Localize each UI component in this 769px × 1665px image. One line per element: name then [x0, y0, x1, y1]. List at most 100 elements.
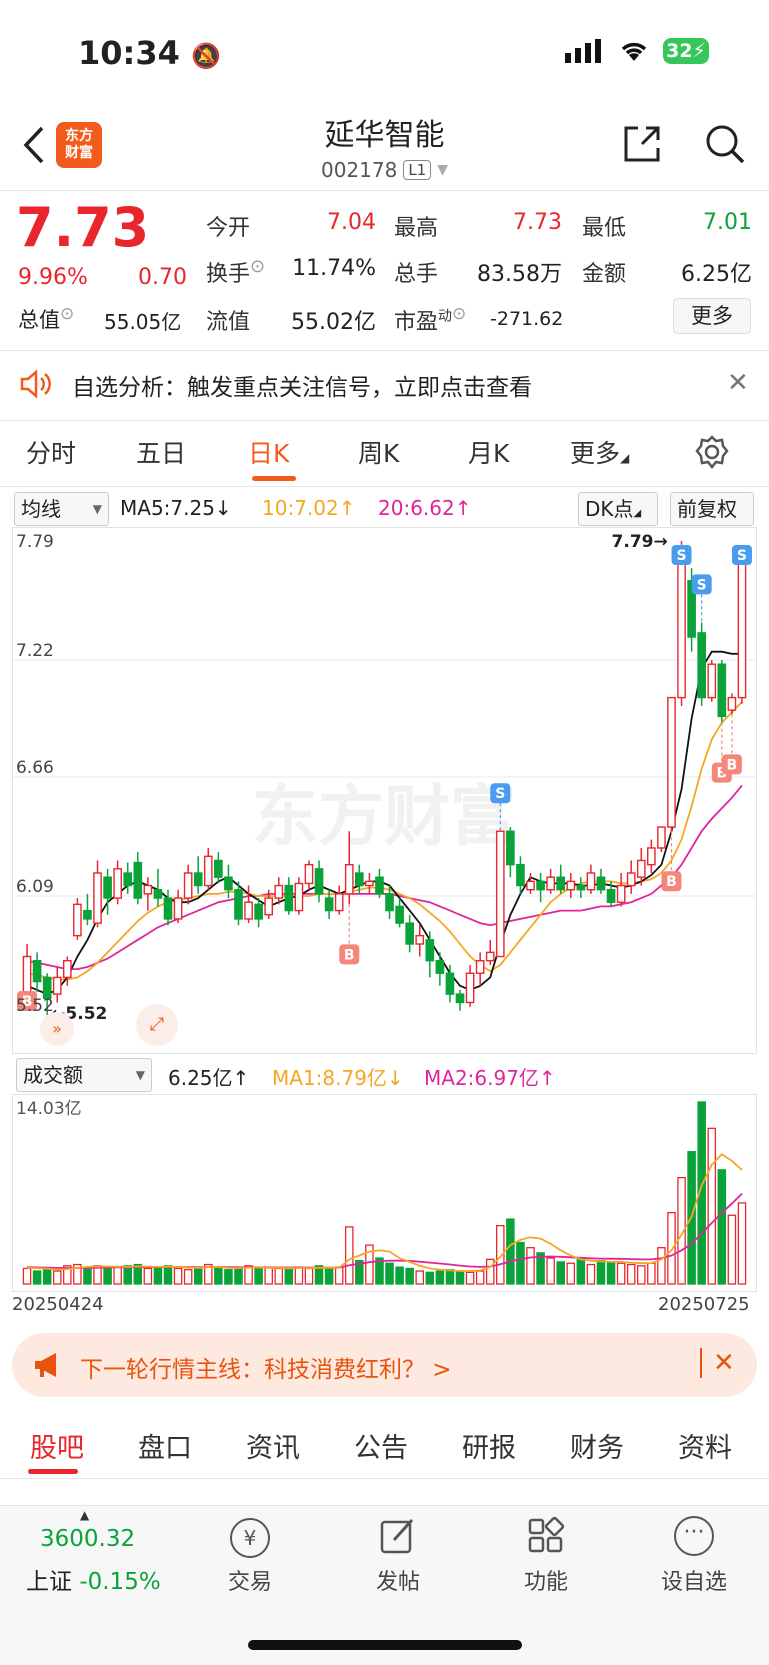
- tab-research[interactable]: 研报: [462, 1426, 516, 1465]
- candle: [93, 872, 102, 924]
- volume-bar: [616, 1262, 626, 1285]
- candle: [294, 882, 304, 912]
- close-icon[interactable]: ✕: [713, 1348, 735, 1378]
- volume-bar: [153, 1266, 163, 1285]
- search-icon[interactable]: [703, 122, 747, 166]
- kline-chart[interactable]: 东方财富 BBSBSSBBS 7.797.226.666.095.527.79→…: [12, 527, 757, 1054]
- volume-bar: [576, 1258, 586, 1285]
- volume-bar: [123, 1265, 133, 1285]
- candle: [546, 876, 555, 891]
- volume-bar: [546, 1257, 555, 1285]
- tab-profile[interactable]: 资料: [678, 1426, 732, 1465]
- volume-bar: [274, 1267, 284, 1285]
- volume-bar: [83, 1266, 92, 1285]
- candle: [385, 893, 394, 912]
- indicator-select[interactable]: 均线 ▼: [14, 492, 109, 526]
- status-time: 10:34 🔕: [78, 34, 221, 72]
- index-value[interactable]: 3600.32: [40, 1526, 135, 1552]
- candle: [304, 863, 314, 885]
- info-icon[interactable]: ⊙: [452, 304, 466, 324]
- share-icon[interactable]: [620, 122, 664, 166]
- megaphone-icon: [35, 1353, 56, 1377]
- volume-ma1: MA1:8.79亿↓: [272, 1066, 404, 1090]
- volume-bar: [566, 1262, 576, 1285]
- volume-bar: [526, 1247, 535, 1285]
- tab-intraday[interactable]: 分时: [26, 434, 76, 470]
- info-icon[interactable]: ⊙: [60, 304, 74, 324]
- tab-forum[interactable]: 股吧: [30, 1426, 84, 1465]
- trade-button[interactable]: 交易: [200, 1564, 300, 1596]
- candle: [566, 880, 576, 891]
- candle: [254, 903, 263, 920]
- candle: [153, 889, 163, 899]
- candle: [727, 696, 737, 711]
- candle: [506, 830, 515, 866]
- more-dots-icon: ···: [674, 1516, 714, 1556]
- tab-daily-k[interactable]: 日K: [248, 434, 289, 470]
- buy-signal-label: B: [344, 947, 355, 963]
- volume-bar: [324, 1267, 334, 1285]
- total-cap-value: 55.05亿: [104, 310, 182, 334]
- volume-bar: [455, 1270, 465, 1285]
- candle: [324, 897, 334, 912]
- alert-text[interactable]: 自选分析：触发重点关注信号，立即点击查看: [72, 368, 532, 402]
- buy-signal-label: B: [666, 874, 677, 890]
- tab-order-book[interactable]: 盘口: [138, 1426, 192, 1465]
- play-icon[interactable]: »: [40, 1012, 74, 1046]
- tab-announcements[interactable]: 公告: [354, 1426, 408, 1465]
- info-icon[interactable]: ⊙: [250, 256, 265, 277]
- volume-bar: [264, 1266, 273, 1285]
- candle: [405, 922, 414, 945]
- volume-bar: [284, 1269, 294, 1285]
- candle: [234, 889, 243, 920]
- tab-news[interactable]: 资讯: [246, 1426, 300, 1465]
- volume-bar: [304, 1267, 314, 1285]
- dk-point-select[interactable]: DK点◢: [578, 492, 658, 526]
- fullscreen-icon[interactable]: ⤢: [136, 1004, 178, 1046]
- y-tick-label: 7.79: [16, 532, 54, 552]
- ma10-label: 10:7.02↑: [262, 496, 356, 520]
- tab-more[interactable]: 更多◢: [570, 434, 629, 470]
- candle: [697, 632, 707, 699]
- settings-icon[interactable]: [694, 434, 730, 470]
- tab-monthly-k[interactable]: 月K: [468, 434, 509, 470]
- candle: [657, 826, 666, 849]
- volume-bar: [173, 1267, 183, 1285]
- volume-bar: [657, 1247, 666, 1285]
- volume-bar: [42, 1269, 52, 1285]
- candle: [193, 872, 203, 887]
- volume-bar: [254, 1267, 263, 1285]
- adjust-select[interactable]: 前复权: [670, 492, 754, 526]
- add-watchlist-button[interactable]: 设自选: [644, 1564, 744, 1596]
- volume-bar: [516, 1241, 525, 1285]
- tab-weekly-k[interactable]: 周K: [358, 434, 399, 470]
- tab-finance[interactable]: 财务: [570, 1426, 624, 1465]
- signal-icon: [565, 39, 601, 63]
- volume-bar: [22, 1267, 32, 1285]
- candle: [224, 876, 233, 891]
- candle: [606, 889, 616, 903]
- candle: [73, 903, 82, 937]
- grid-icon: [528, 1516, 565, 1553]
- close-icon[interactable]: ✕: [727, 368, 749, 398]
- volume-indicator-select[interactable]: 成交额 ▼: [16, 1058, 152, 1092]
- volume-chart[interactable]: 14.03亿 20250424: [12, 1094, 757, 1292]
- pe-value: -271.62: [490, 308, 564, 330]
- high-price-marker: 7.79→: [612, 532, 668, 552]
- volume-bar: [395, 1266, 404, 1285]
- index-row[interactable]: 上证 -0.15%: [26, 1562, 161, 1596]
- post-button[interactable]: 发帖: [348, 1564, 448, 1596]
- change-amount: 0.70: [138, 265, 187, 290]
- functions-button[interactable]: 功能: [496, 1564, 596, 1596]
- mute-icon: 🔕: [191, 42, 221, 70]
- volume-bar: [234, 1267, 243, 1285]
- more-button[interactable]: 更多: [673, 298, 751, 334]
- promo-text[interactable]: 下一轮行情主线：科技消费红利？ >: [80, 1350, 452, 1384]
- candle: [576, 884, 586, 891]
- candle: [526, 880, 535, 891]
- volume-bar: [475, 1270, 485, 1285]
- candle: [334, 893, 344, 912]
- candle: [123, 872, 133, 887]
- volume-bar: [737, 1202, 747, 1285]
- tab-five-day[interactable]: 五日: [136, 434, 186, 470]
